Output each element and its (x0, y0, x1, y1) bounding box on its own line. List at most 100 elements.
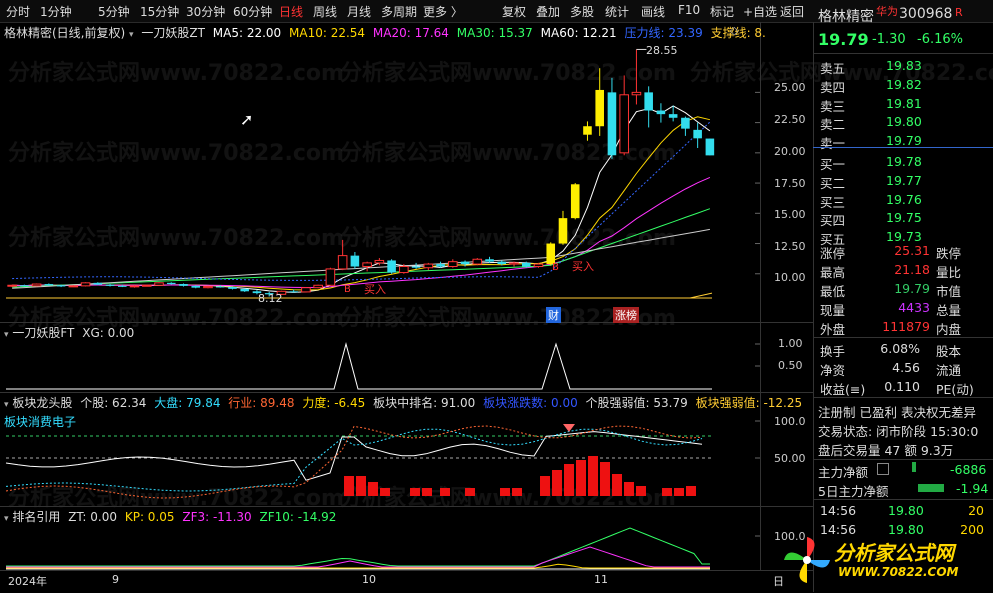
strength-bar (380, 488, 390, 496)
toolbar-duogu[interactable]: 多股 (570, 3, 594, 20)
y-tick: 22.50 (774, 113, 806, 126)
quote-divider (813, 147, 993, 148)
x-axis: 2024年 9 10 11 日 (0, 570, 813, 593)
tag-zhangbang[interactable]: 涨榜 (613, 307, 639, 323)
strength-bar (410, 488, 420, 496)
toolbar-diejia[interactable]: 叠加 (536, 3, 560, 20)
candle-body (68, 285, 79, 288)
toolbar-fuquan[interactable]: 复权 (502, 3, 526, 20)
toolbar-more[interactable]: 更多 〉 (423, 3, 463, 20)
strength-bar (576, 460, 586, 496)
toolbar-f10[interactable]: F10 (678, 3, 700, 17)
candle-body (631, 91, 642, 96)
candle-body (546, 243, 556, 265)
strength-bar (624, 482, 634, 496)
toolbar-multi-period[interactable]: 多周期 (381, 3, 417, 20)
quote-divider (813, 499, 993, 500)
candle-body (448, 261, 458, 268)
x-tick: 11 (594, 573, 608, 586)
toolbar-biaoji[interactable]: 标记 (710, 3, 734, 20)
y-tick: 10.00 (774, 271, 806, 284)
ranking-chart (6, 527, 760, 570)
order-price: 19.82 (886, 76, 922, 92)
toolbar-fenshi[interactable]: 分时 (6, 3, 30, 20)
strength-bar (686, 486, 696, 496)
toolbar-15min[interactable]: 15分钟 (140, 3, 179, 20)
strength-bar (344, 476, 354, 496)
candle-body (105, 284, 115, 286)
buy-signal-label: 买入 (364, 283, 386, 296)
candle-body (656, 110, 666, 115)
toolbar-huaxian[interactable]: 画线 (641, 3, 665, 20)
list-icon[interactable] (877, 463, 889, 475)
ask-row[interactable]: 卖五 19.83 (818, 56, 990, 76)
toolbar-tongji[interactable]: 统计 (605, 3, 629, 20)
candle-body (44, 284, 54, 286)
toolbar-1min[interactable]: 1分钟 (40, 3, 72, 20)
bid-row[interactable]: 买四 19.75 (818, 208, 990, 228)
ask-row[interactable]: 卖二 19.80 (818, 112, 990, 132)
pinwheel-logo-icon (782, 535, 832, 585)
after-hours-volume: 盘后交易量 47 额 9.3万 (818, 443, 954, 458)
toolbar-30min[interactable]: 30分钟 (186, 3, 225, 20)
candle-body (93, 282, 103, 285)
ask-row[interactable]: 卖三 19.81 (818, 94, 990, 114)
trade-status: 交易状态: 闭市阶段 15:30:0 (818, 424, 979, 439)
toolbar-add-watchlist[interactable]: +自选 (743, 3, 777, 20)
candle-body (7, 284, 17, 287)
bid-row[interactable]: 买一 19.78 (818, 152, 990, 172)
toolbar-monthly[interactable]: 月线 (347, 3, 371, 20)
toolbar-back[interactable]: 返回 (780, 3, 804, 20)
buy-signal-label: 买入 (572, 260, 594, 273)
candle-body (583, 126, 592, 135)
stat-row: 最低 19.79 市值 (818, 279, 990, 299)
tick-row: 14:56 19.80 20 (818, 501, 990, 520)
buy-signal-icon: B (344, 284, 351, 295)
bid-row[interactable]: 买三 19.76 (818, 190, 990, 210)
fundamental-row: 换手 6.08% 股本 (818, 339, 990, 359)
candle-body (154, 282, 164, 286)
toolbar-weekly[interactable]: 周线 (313, 3, 337, 20)
y-tick: 1.00 (778, 337, 803, 350)
order-price: 19.83 (886, 58, 922, 73)
low-price-label: 8.12 (258, 292, 283, 305)
stat-value: 6.08% (880, 341, 920, 356)
zf3-line (6, 546, 710, 568)
zf10-line (6, 527, 710, 567)
strength-bar (674, 488, 684, 496)
tick-time: 14:56 (820, 503, 857, 518)
strength-bar (600, 462, 610, 496)
candle-body (129, 285, 140, 288)
stat-row: 涨停 25.31 跌停 (818, 241, 990, 261)
bid-row[interactable]: 买二 19.77 (818, 171, 990, 191)
candle-body (228, 287, 237, 289)
tick-price: 19.80 (888, 503, 924, 518)
toolbar-60min[interactable]: 60分钟 (233, 3, 272, 20)
stat-label: PE(动) (936, 382, 974, 397)
candle-body (362, 262, 372, 268)
strength-bar (612, 474, 622, 496)
ask-row[interactable]: 卖四 19.82 (818, 75, 990, 95)
stat-value: 25.31 (894, 243, 930, 258)
strength-bar (440, 488, 450, 496)
candle-body (705, 138, 715, 156)
order-price: 19.78 (886, 154, 922, 169)
registration-badge: R (955, 6, 963, 19)
strength-bar (552, 470, 562, 496)
current-price: 19.79 (818, 30, 869, 49)
candle-body (436, 264, 445, 267)
cursor-arrow-icon: ➚ (240, 110, 254, 129)
stat-value: 4433 (898, 300, 930, 315)
strength-bar (465, 488, 475, 496)
pressure-line (12, 121, 711, 281)
y-tick: 50.00 (774, 452, 806, 465)
stat-value: 4.56 (892, 360, 920, 375)
registration-info: 注册制 已盈利 表决权无差异 (818, 405, 976, 420)
toolbar-daily[interactable]: 日线 (279, 3, 303, 20)
candle-body (387, 260, 396, 273)
toolbar-5min[interactable]: 5分钟 (98, 3, 130, 20)
candle-body (399, 266, 409, 274)
order-price: 19.77 (886, 172, 922, 188)
tag-cai[interactable]: 财 (546, 307, 561, 323)
candle-body (313, 284, 323, 289)
